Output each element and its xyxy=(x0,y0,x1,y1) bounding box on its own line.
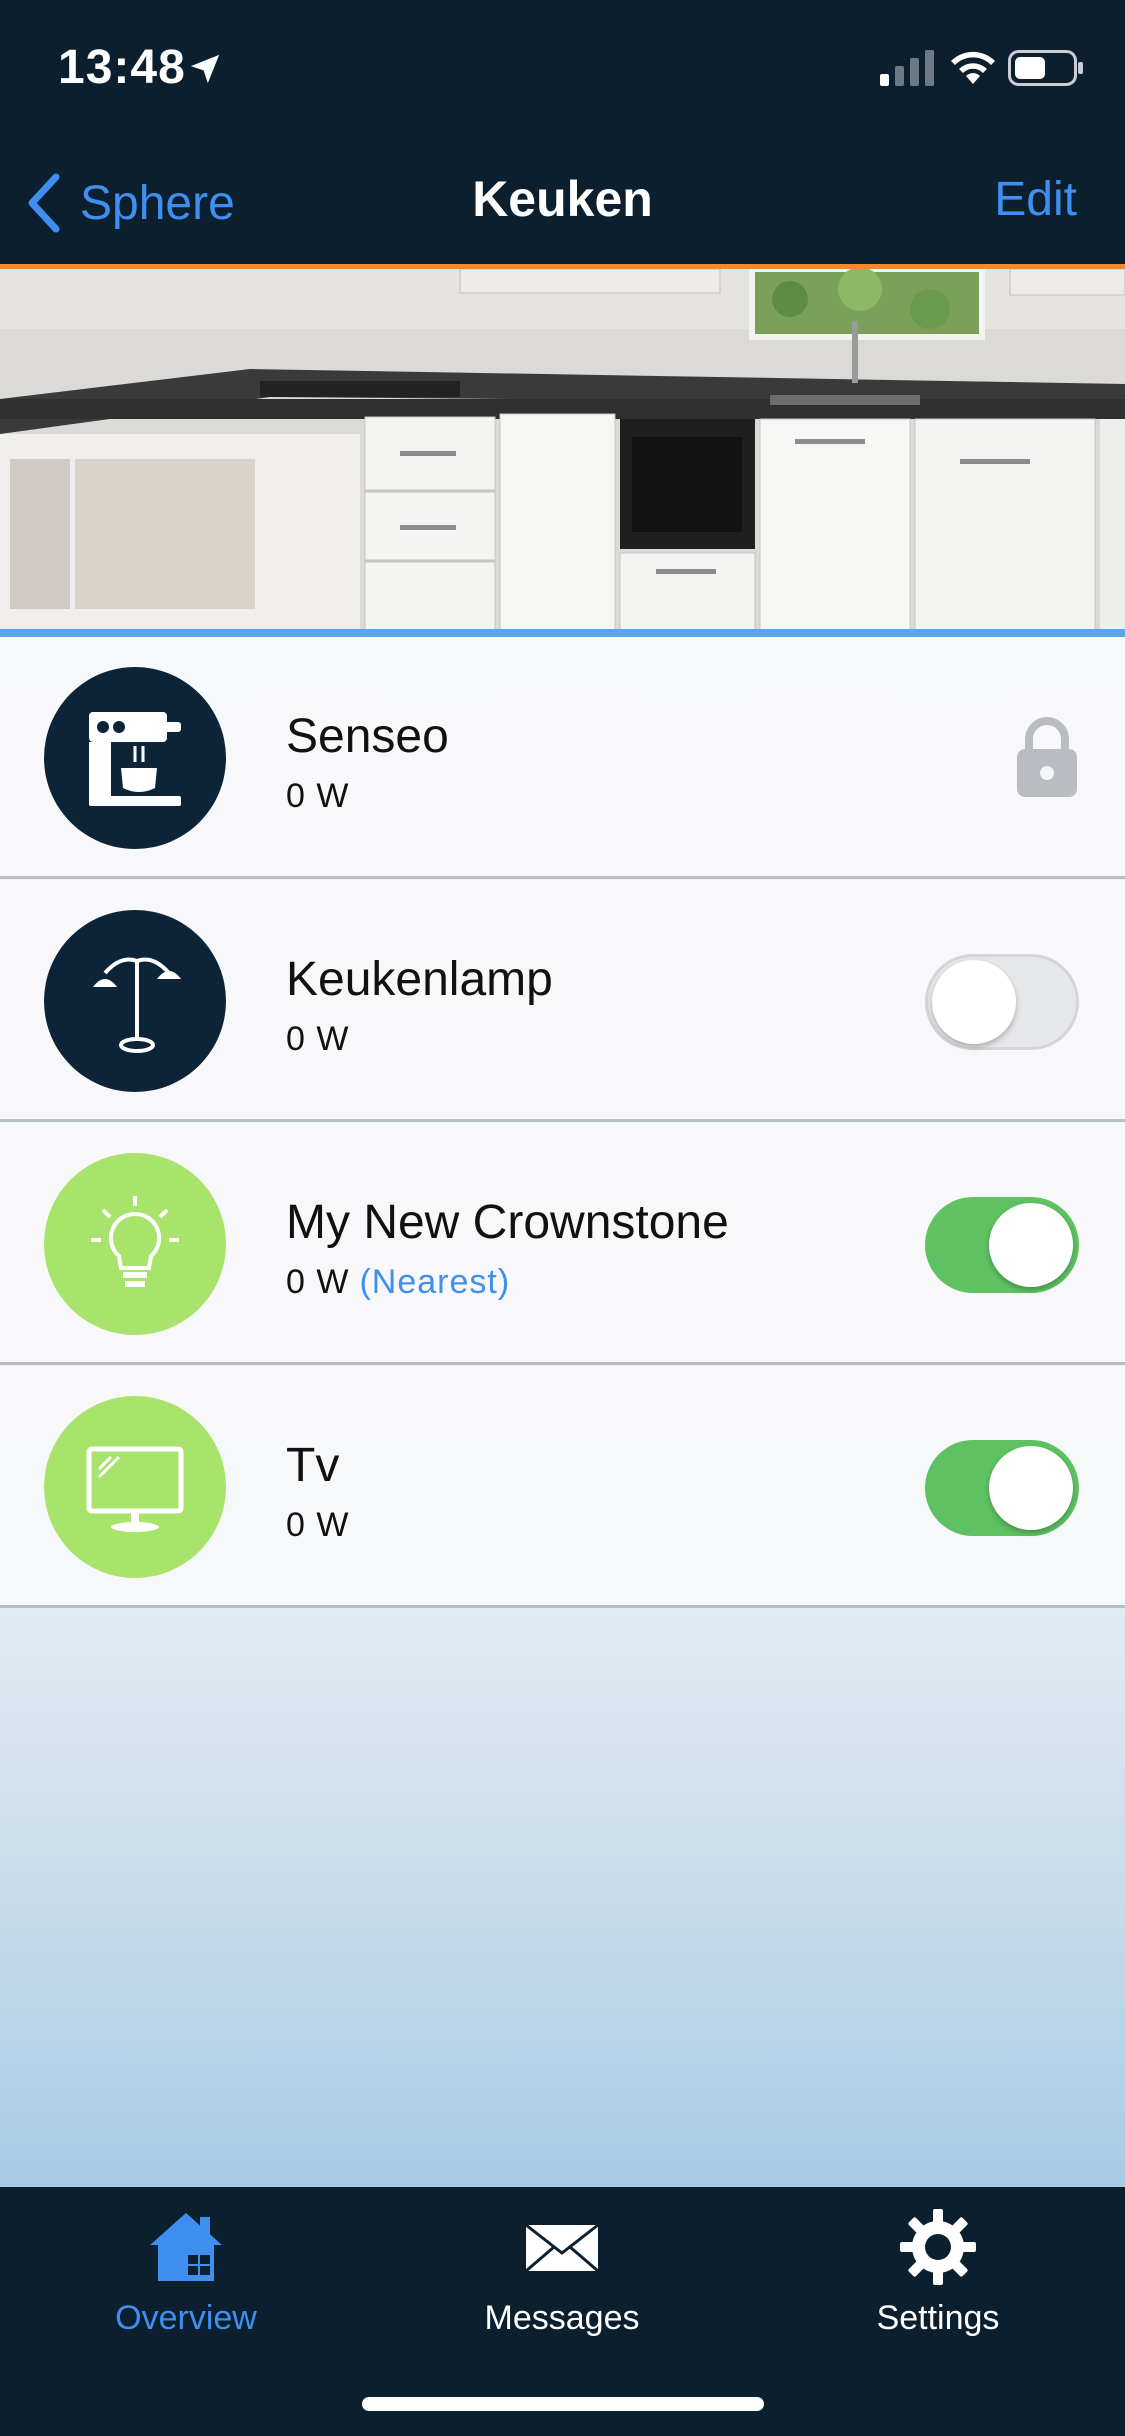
wifi-icon xyxy=(951,51,995,84)
device-power: 0 W xyxy=(286,1020,350,1058)
tv-monitor-icon xyxy=(86,1446,184,1532)
tab-overview[interactable]: Overview xyxy=(36,2205,336,2355)
cellular-signal-icon xyxy=(880,50,934,86)
tab-label: Settings xyxy=(876,2299,1000,2337)
device-name: Senseo xyxy=(286,710,449,763)
edit-button[interactable]: Edit xyxy=(994,172,1077,227)
device-row-keukenlamp[interactable]: Keukenlamp 0 W xyxy=(0,880,1125,1122)
envelope-icon xyxy=(525,2223,599,2273)
device-icon-container xyxy=(44,667,226,849)
room-divider xyxy=(0,629,1125,637)
status-bar: 13:48 xyxy=(0,0,1125,140)
app-screen: 13:48 Sphere Keuken Edit Senseo 0 W Keuk… xyxy=(0,0,1125,2436)
location-arrow-icon xyxy=(190,54,220,84)
tab-label: Messages xyxy=(484,2299,640,2337)
room-photo xyxy=(0,269,1125,631)
tab-messages[interactable]: Messages xyxy=(412,2205,712,2355)
device-toggle-keukenlamp[interactable] xyxy=(925,954,1079,1050)
lock-icon xyxy=(1017,717,1077,797)
device-power: 0 W xyxy=(286,777,350,815)
device-name: My New Crownstone xyxy=(286,1196,729,1249)
device-icon-container xyxy=(44,1153,226,1335)
nearest-badge: (Nearest) xyxy=(359,1263,511,1301)
status-time: 13:48 xyxy=(58,41,186,94)
home-icon xyxy=(150,2213,222,2281)
coffee-machine-icon xyxy=(89,712,181,806)
device-row-tv[interactable]: Tv 0 W xyxy=(0,1366,1125,1608)
device-toggle-tv[interactable] xyxy=(925,1440,1079,1536)
battery-icon xyxy=(1008,50,1083,86)
device-power-line: 0 W (Nearest) xyxy=(286,1263,510,1302)
navigation-bar: Sphere Keuken Edit xyxy=(0,140,1125,268)
device-icon-container xyxy=(44,1396,226,1578)
light-bulb-icon xyxy=(91,1196,179,1287)
page-title: Keuken xyxy=(472,171,653,227)
toggle-knob xyxy=(989,1446,1073,1530)
device-icon-container xyxy=(44,910,226,1092)
device-name: Tv xyxy=(286,1439,340,1492)
device-row-my-new-crownstone[interactable]: My New Crownstone 0 W (Nearest) xyxy=(0,1123,1125,1365)
home-indicator[interactable] xyxy=(362,2397,764,2411)
tab-label: Overview xyxy=(115,2299,257,2337)
floor-lamp-icon xyxy=(93,957,181,1053)
device-toggle-my-new-crownstone[interactable] xyxy=(925,1197,1079,1293)
device-row-senseo[interactable]: Senseo 0 W xyxy=(0,637,1125,879)
device-name: Keukenlamp xyxy=(286,953,553,1006)
tab-settings[interactable]: Settings xyxy=(788,2205,1088,2355)
toggle-knob xyxy=(932,960,1016,1044)
device-power: 0 W xyxy=(286,1506,350,1544)
toggle-knob xyxy=(989,1203,1073,1287)
gear-icon xyxy=(900,2209,976,2285)
device-power: 0 W xyxy=(286,1263,350,1301)
